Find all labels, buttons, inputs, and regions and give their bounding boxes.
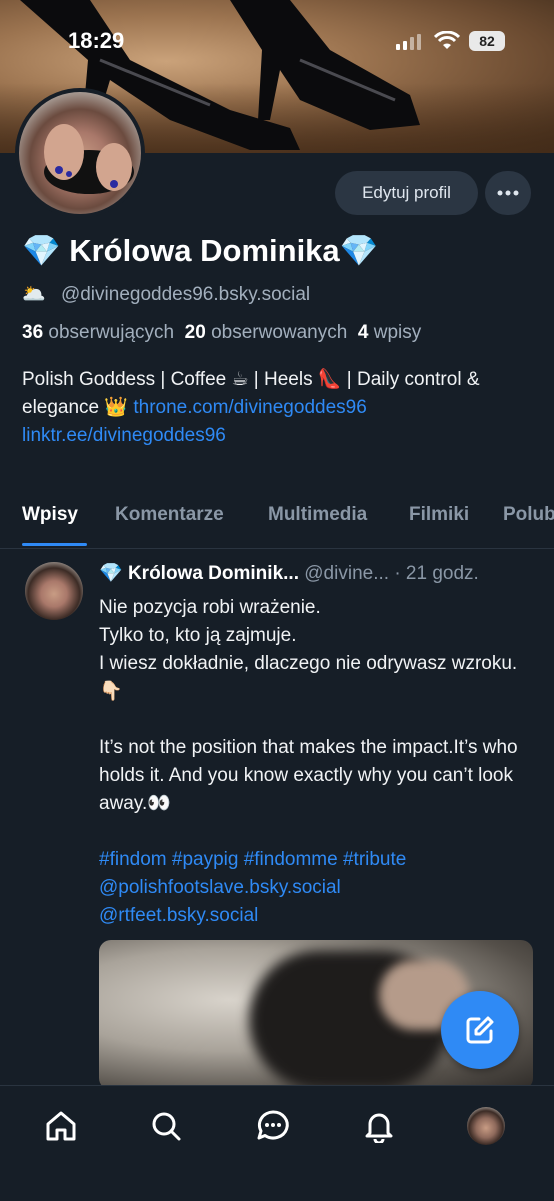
handle-emoji: 🌥️ (22, 284, 46, 305)
nav-profile-avatar (467, 1107, 505, 1145)
post-header: 💎 Królowa Dominik... @divine... · 21 god… (99, 561, 479, 585)
tab-media[interactable]: Multimedia (268, 504, 367, 526)
nav-search[interactable] (146, 1106, 186, 1146)
active-tab-indicator (22, 543, 87, 546)
bio-link-linktree[interactable]: linktr.ee/divinegoddes96 (22, 425, 226, 446)
tab-posts[interactable]: Wpisy (22, 504, 78, 526)
tab-likes[interactable]: Polub (503, 504, 554, 526)
bell-icon (365, 1113, 393, 1143)
compose-icon (466, 1016, 494, 1044)
nav-chat[interactable] (253, 1106, 293, 1146)
post-line: Nie pozycja robi wrażenie. (99, 597, 321, 618)
nav-profile[interactable] (466, 1106, 506, 1146)
post-hashtags[interactable]: #findom #paypig #findomme #tribute (99, 846, 529, 874)
more-horizontal-icon (497, 190, 519, 196)
chat-icon (257, 1110, 289, 1140)
home-icon (46, 1111, 76, 1141)
tab-videos[interactable]: Filmiki (409, 504, 469, 526)
more-options-button[interactable] (485, 171, 531, 215)
post-body[interactable]: Nie pozycja robi wrażenie. Tylko to, kto… (99, 594, 529, 930)
posts-stat: 4 wpisy (358, 322, 421, 343)
followers-stat[interactable]: 36 obserwujących (22, 322, 174, 343)
post-author-handle[interactable]: @divine... (304, 563, 389, 584)
following-label: obserwowanych (211, 322, 348, 343)
profile-handle-row: 🌥️ @divinegoddes96.bsky.social (22, 282, 310, 306)
profile-avatar[interactable] (15, 88, 145, 218)
bottom-navigation (0, 1085, 554, 1201)
wifi-icon (434, 31, 460, 49)
status-bar: 18:29 82 (0, 0, 554, 84)
post-timestamp: · 21 godz. (394, 563, 479, 584)
profile-name: 💎 Królowa Dominika💎 (22, 232, 378, 269)
bio-link-throne[interactable]: throne.com/divinegoddes96 (133, 397, 366, 418)
posts-count: 4 (357, 322, 369, 343)
tab-replies[interactable]: Komentarze (115, 504, 224, 526)
search-icon (152, 1112, 181, 1141)
post-name-emoji: 💎 (99, 563, 123, 584)
compose-button[interactable] (441, 991, 519, 1069)
post-author-name[interactable]: Królowa Dominik... (128, 563, 299, 584)
edit-profile-button[interactable]: Edytuj profil (335, 171, 478, 215)
post-mention[interactable]: @rtfeet.bsky.social (99, 902, 529, 930)
cellular-signal-icon (396, 34, 421, 50)
battery-indicator: 82 (469, 31, 505, 51)
post-line: I wiesz dokładnie, dlaczego nie odrywasz… (99, 653, 518, 702)
profile-display-name: Królowa Dominika (69, 233, 340, 268)
post-line: Tylko to, kto ją zajmuje. (99, 625, 297, 646)
nav-notifications[interactable] (359, 1106, 399, 1146)
status-time: 18:29 (68, 28, 125, 53)
name-emoji-left: 💎 (22, 233, 61, 268)
profile-stats: 36 obserwujących 20 obserwowanych 4 wpis… (22, 322, 421, 344)
profile-bio: Polish Goddess | Coffee ☕ | Heels 👠 | Da… (22, 366, 522, 450)
nav-home[interactable] (41, 1106, 81, 1146)
post-mention[interactable]: @polishfootslave.bsky.social (99, 874, 529, 902)
post-author-avatar[interactable] (25, 562, 83, 620)
followers-count: 36 (22, 322, 44, 343)
profile-handle: @divinegoddes96.bsky.social (60, 284, 311, 305)
posts-label: wpisy (373, 322, 422, 343)
following-stat[interactable]: 20 obserwowanych (185, 322, 348, 343)
followers-label: obserwujących (48, 322, 175, 343)
post-line-english: It’s not the position that makes the imp… (99, 737, 518, 814)
following-count: 20 (184, 322, 206, 343)
avatar-image (44, 124, 134, 194)
profile-tabs: Wpisy Komentarze Multimedia Filmiki Polu… (0, 496, 554, 549)
name-emoji-right: 💎 (339, 233, 379, 268)
